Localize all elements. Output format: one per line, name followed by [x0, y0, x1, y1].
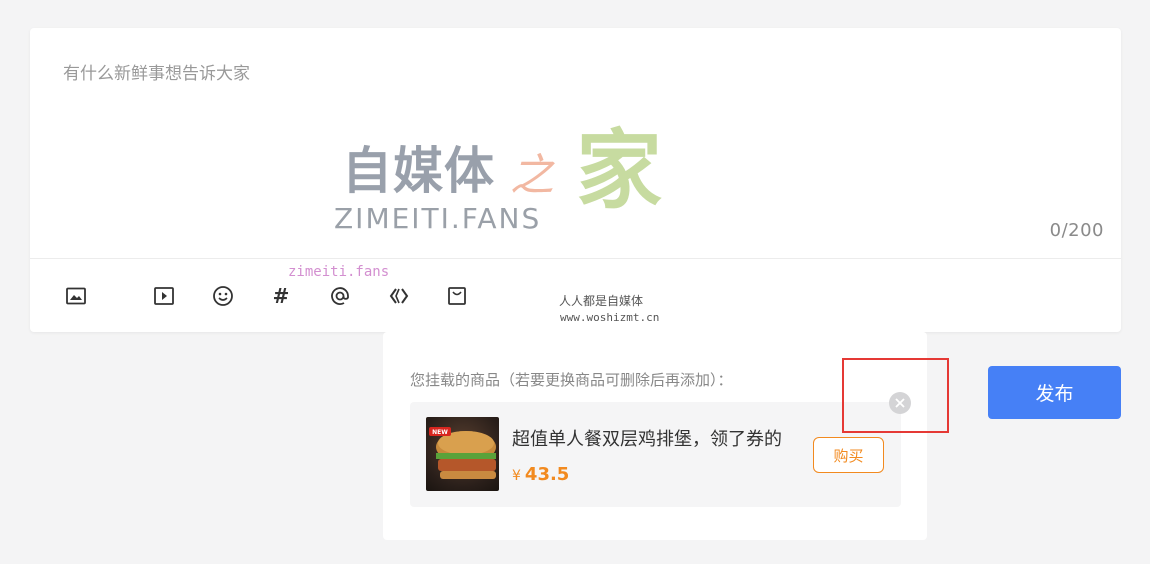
topic-icon[interactable]: #: [269, 284, 293, 308]
popover-arrow: [418, 320, 442, 332]
post-input-placeholder[interactable]: 有什么新鲜事想告诉大家: [63, 59, 250, 84]
watermark-site-url: www.woshizmt.cn: [560, 311, 660, 324]
product-price: ¥43.5: [512, 464, 569, 485]
watermark-logo: 自媒体: [342, 142, 495, 200]
highlight-annotation-box: [842, 358, 949, 433]
currency-symbol: ¥: [512, 468, 521, 484]
popover-title: 您挂载的商品（若要更换商品可删除后再添加）：: [410, 371, 733, 389]
image-icon[interactable]: [64, 284, 88, 308]
product-bag-icon[interactable]: [445, 284, 469, 308]
code-icon[interactable]: [387, 284, 411, 308]
buy-button[interactable]: 购买: [813, 437, 884, 473]
video-icon[interactable]: [152, 284, 176, 308]
mention-icon[interactable]: [328, 284, 352, 308]
post-editor: 有什么新鲜事想告诉大家 自媒体 之 家 ZIMEITI.FANS zimeiti…: [30, 28, 1121, 332]
watermark-logo-fans: ZIMEITI.FANS: [334, 202, 542, 235]
char-counter: 0/200: [1049, 220, 1104, 241]
price-value: 43.5: [524, 464, 570, 485]
watermark-logo-jia: 家: [576, 121, 662, 221]
publish-button[interactable]: 发布: [988, 366, 1121, 419]
product-thumbnail: NEW: [426, 417, 499, 491]
toolbar-divider: [30, 258, 1121, 259]
product-name: 超值单人餐双层鸡排堡，领了券的: [512, 429, 782, 450]
watermark-logo-zhi: 之: [510, 150, 554, 201]
new-badge: NEW: [432, 429, 448, 436]
product-card: NEW 超值单人餐双层鸡排堡，领了券的 ¥43.5 购买: [410, 402, 901, 507]
watermark-small: zimeiti.fans: [288, 264, 390, 280]
emoji-icon[interactable]: [211, 284, 235, 308]
watermark-site-name: 人人都是自媒体: [559, 294, 644, 308]
